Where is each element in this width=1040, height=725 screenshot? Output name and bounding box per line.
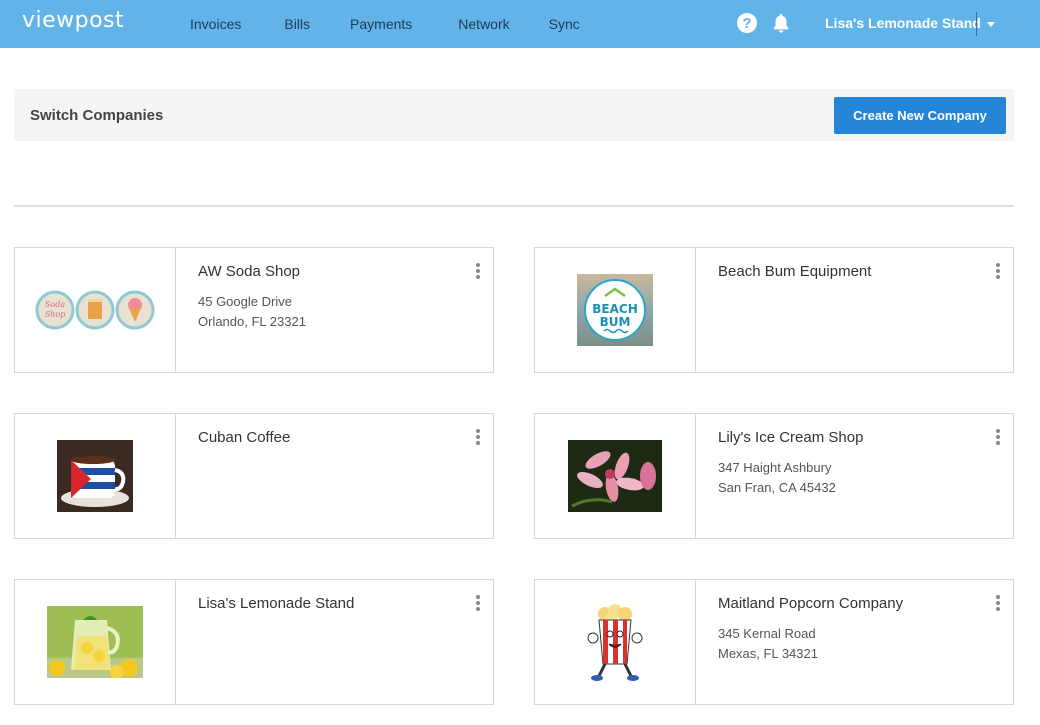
more-options-icon[interactable]	[475, 263, 481, 281]
beach-bum-logo-text-2: BUM	[600, 315, 631, 329]
company-logo-area: Soda Shop	[15, 248, 176, 372]
more-options-icon[interactable]	[995, 595, 1001, 613]
company-address: 347 Haight Ashbury San Fran, CA 45432	[718, 458, 836, 498]
help-icon[interactable]: ?	[737, 13, 757, 33]
more-options-icon[interactable]	[475, 595, 481, 613]
page-title: Switch Companies	[30, 107, 164, 124]
main-nav: Invoices Bills Payments Network Sync	[190, 0, 626, 48]
nav-bills[interactable]: Bills	[284, 16, 310, 32]
address-line-2: San Fran, CA 45432	[718, 480, 836, 495]
nav-invoices[interactable]: Invoices	[190, 16, 241, 32]
section-divider	[14, 205, 1014, 207]
viewpost-logo[interactable]: viewpost	[22, 8, 124, 33]
switch-companies-bar: Switch Companies Create New Company	[14, 89, 1014, 141]
company-address: 345 Kernal Road Mexas, FL 34321	[718, 624, 818, 664]
lemonade-logo	[47, 606, 143, 678]
top-nav-bar: viewpost Invoices Bills Payments Network…	[0, 0, 1040, 48]
company-address: 45 Google Drive Orlando, FL 23321	[198, 292, 306, 332]
company-logo-area	[15, 414, 176, 538]
create-new-company-button[interactable]: Create New Company	[834, 97, 1006, 134]
soda-shop-logo: Soda Shop	[35, 290, 155, 330]
nav-sync[interactable]: Sync	[549, 16, 580, 32]
svg-text:Soda: Soda	[45, 300, 65, 309]
company-card[interactable]: Lily's Ice Cream Shop 347 Haight Ashbury…	[534, 413, 1014, 539]
nav-payments[interactable]: Payments	[350, 16, 412, 32]
company-name: AW Soda Shop	[198, 263, 301, 280]
more-options-icon[interactable]	[995, 429, 1001, 447]
company-menu-divider	[976, 12, 977, 36]
address-line-1: 45 Google Drive	[198, 294, 292, 309]
current-company-name[interactable]: Lisa's Lemonade Stand	[825, 15, 981, 31]
company-card[interactable]: Lisa's Lemonade Stand	[14, 579, 494, 705]
lily-flower-logo	[568, 440, 662, 512]
company-card[interactable]: Soda Shop AW Soda Shop 45 Google Drive O…	[14, 247, 494, 373]
company-name: Lily's Ice Cream Shop	[718, 429, 864, 446]
address-line-2: Mexas, FL 34321	[718, 646, 818, 661]
more-options-icon[interactable]	[475, 429, 481, 447]
company-logo-area	[535, 580, 696, 704]
chevron-down-icon[interactable]	[987, 22, 995, 27]
address-line-2: Orlando, FL 23321	[198, 314, 306, 329]
bell-icon[interactable]	[770, 12, 792, 34]
address-line-1: 345 Kernal Road	[718, 626, 816, 641]
beach-bum-logo: BEACH BUM	[577, 274, 653, 346]
company-logo-area	[15, 580, 176, 704]
svg-text:Shop: Shop	[45, 310, 66, 319]
company-name: Lisa's Lemonade Stand	[198, 595, 355, 612]
company-name: Cuban Coffee	[198, 429, 291, 446]
beach-bum-logo-text-1: BEACH	[592, 302, 637, 316]
company-logo-area	[535, 414, 696, 538]
company-name: Maitland Popcorn Company	[718, 595, 904, 612]
more-options-icon[interactable]	[995, 263, 1001, 281]
company-logo-area: BEACH BUM	[535, 248, 696, 372]
company-name: Beach Bum Equipment	[718, 263, 872, 280]
address-line-1: 347 Haight Ashbury	[718, 460, 832, 475]
company-card[interactable]: Maitland Popcorn Company 345 Kernal Road…	[534, 579, 1014, 705]
popcorn-mascot-logo	[587, 604, 643, 681]
nav-network[interactable]: Network	[458, 16, 509, 32]
company-card[interactable]: BEACH BUM Beach Bum Equipment	[534, 247, 1014, 373]
company-card[interactable]: Cuban Coffee	[14, 413, 494, 539]
cuban-coffee-logo	[57, 440, 133, 512]
